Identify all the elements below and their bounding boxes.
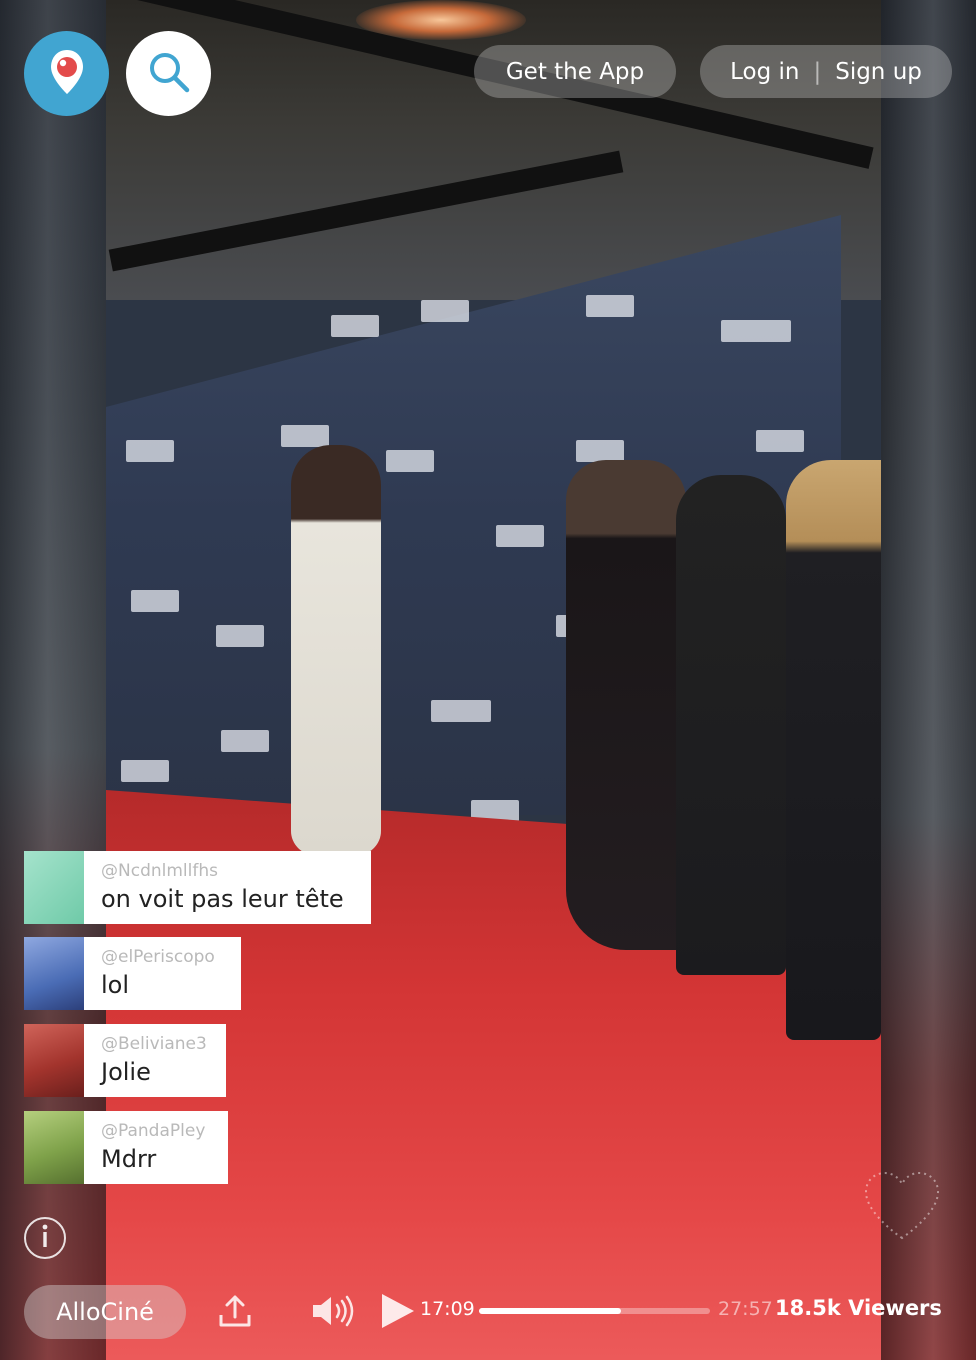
periscope-logo-icon [49, 48, 85, 100]
volume-icon [311, 1295, 357, 1333]
backdrop-logo [281, 425, 329, 447]
search-button[interactable] [126, 31, 211, 116]
person-right [786, 460, 881, 1040]
backdrop-logo [131, 590, 179, 612]
comment-avatar [24, 1111, 84, 1184]
backdrop-logo [756, 430, 804, 452]
backdrop-logo [216, 625, 264, 647]
share-icon [217, 1295, 253, 1333]
info-icon [41, 1224, 49, 1252]
volume-button[interactable] [311, 1293, 357, 1329]
share-button[interactable] [217, 1293, 253, 1329]
comment-message: Jolie [101, 1058, 151, 1086]
search-icon [146, 49, 192, 99]
heart-button[interactable] [862, 1170, 942, 1242]
backdrop-logo [576, 440, 624, 462]
backdrop-logo [721, 320, 791, 342]
get-the-app-button[interactable]: Get the App [474, 45, 676, 98]
comment-avatar [24, 937, 84, 1010]
viewer-count: 18.5k Viewers [775, 1296, 942, 1320]
progress-fill [479, 1308, 621, 1314]
heart-icon [862, 1171, 942, 1246]
broadcaster-name: AlloCiné [56, 1298, 154, 1326]
blurred-background-right [881, 0, 976, 1360]
comment-username: @PandaPley [101, 1121, 206, 1141]
backdrop-logo [421, 300, 469, 322]
comment-avatar [24, 1024, 84, 1097]
comment-item: @PandaPley Mdrr [24, 1111, 228, 1184]
info-button[interactable] [24, 1217, 66, 1259]
auth-pill: Log in | Sign up [700, 45, 952, 98]
current-time: 17:09 [420, 1298, 475, 1320]
periscope-logo-button[interactable] [24, 31, 109, 116]
comment-message: on voit pas leur tête [101, 885, 344, 913]
backdrop-logo [386, 450, 434, 472]
comment-avatar [24, 851, 84, 924]
play-button[interactable] [380, 1293, 416, 1329]
person-suit [676, 475, 786, 975]
broadcaster-name-button[interactable]: AlloCiné [24, 1285, 186, 1339]
backdrop-logo [586, 295, 634, 317]
backdrop-logo [121, 760, 169, 782]
comment-username: @elPeriscopo [101, 947, 215, 967]
comment-item: @elPeriscopo lol [24, 937, 241, 1010]
comment-message: lol [101, 971, 130, 999]
progress-bar[interactable] [479, 1308, 710, 1314]
signup-link[interactable]: Sign up [835, 59, 922, 85]
backdrop-logo [331, 315, 379, 337]
total-time: 27:57 [718, 1298, 773, 1320]
backdrop-logo [126, 440, 174, 462]
comment-username: @Ncdnlmllfhs [101, 861, 218, 881]
person-black-dress [566, 460, 686, 950]
backdrop-logo [496, 525, 544, 547]
comment-message: Mdrr [101, 1145, 157, 1173]
play-icon [380, 1294, 416, 1333]
login-link[interactable]: Log in [730, 59, 799, 85]
backdrop-logo [431, 700, 491, 722]
get-the-app-label: Get the App [505, 58, 645, 85]
comment-username: @Beliviane3 [101, 1034, 207, 1054]
backdrop-logo [221, 730, 269, 752]
comment-item: @Beliviane3 Jolie [24, 1024, 226, 1097]
person-white-dress [291, 445, 381, 855]
comment-item: @Ncdnlmllfhs on voit pas leur tête [24, 851, 371, 924]
auth-separator: | [813, 58, 822, 85]
